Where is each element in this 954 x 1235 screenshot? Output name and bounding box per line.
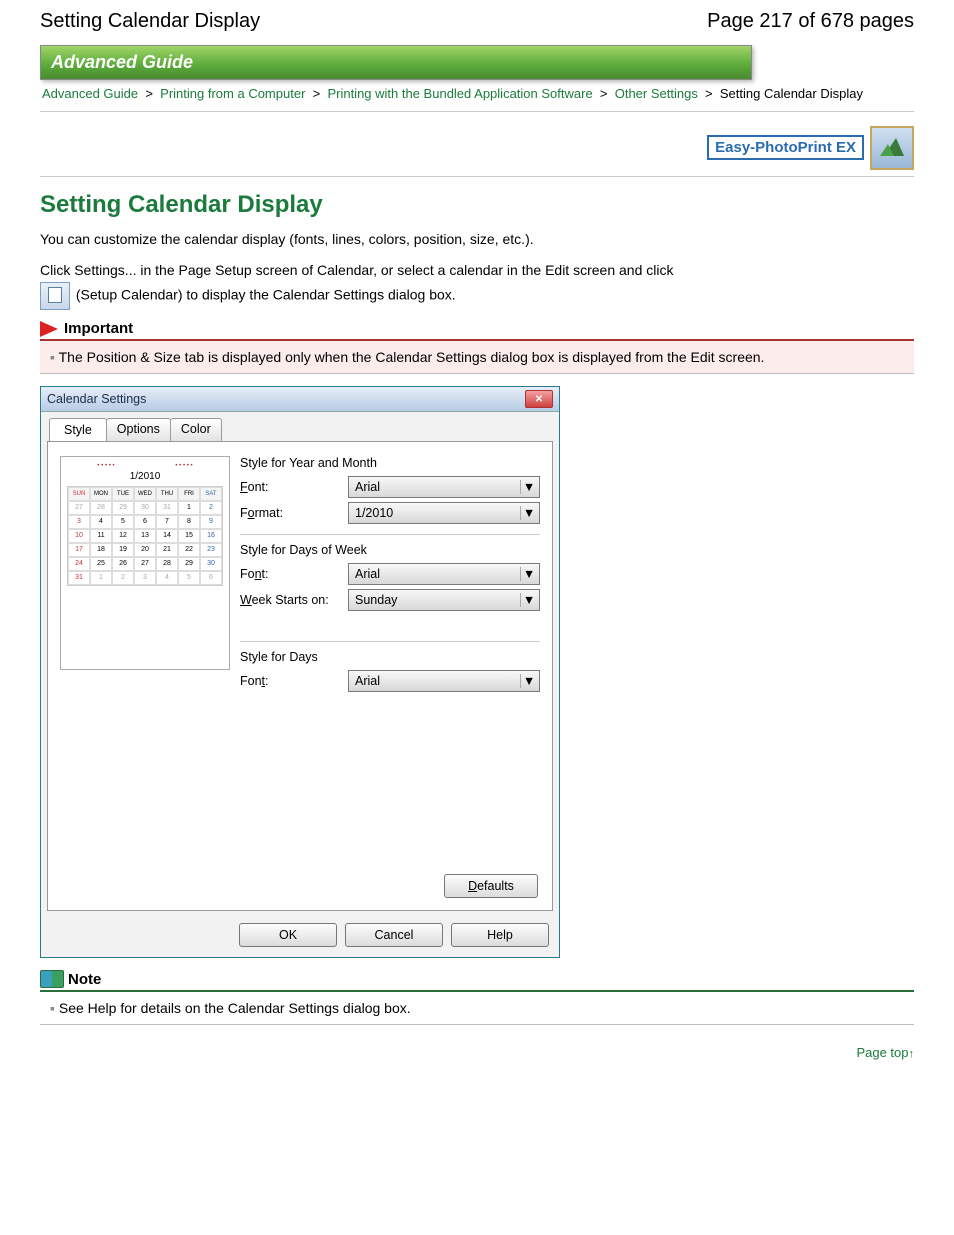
combo-font-ym[interactable]: Arial ▼ <box>348 476 540 498</box>
important-title: Important <box>64 320 133 337</box>
page-counter: Page 217 of 678 pages <box>707 10 914 33</box>
style-form: Style for Year and Month Font: Arial ▼ F… <box>240 456 540 696</box>
tab-pane-style: • • • • •• • • • • 1/2010 SUN MON TUE WE… <box>47 441 553 911</box>
ok-button[interactable]: OK <box>239 923 337 947</box>
dialog-tabs: Style Options Color <box>41 412 559 441</box>
chevron-down-icon: ▼ <box>520 593 537 607</box>
guide-banner: Advanced Guide <box>40 45 752 80</box>
tab-options[interactable]: Options <box>106 418 171 441</box>
tab-style[interactable]: Style <box>49 418 107 441</box>
note-callout: Note See Help for details on the Calenda… <box>40 970 914 1025</box>
note-icon <box>40 970 64 988</box>
label-font-ym: Font: <box>240 480 348 494</box>
howto-text: Click Settings... in the Page Setup scre… <box>40 260 914 310</box>
product-badge: Easy-PhotoPrint EX <box>707 135 864 160</box>
dialog-actions: OK Cancel Help <box>41 917 559 957</box>
page-title: Setting Calendar Display <box>40 10 260 33</box>
setup-calendar-icon <box>40 282 70 310</box>
tab-color[interactable]: Color <box>170 418 222 441</box>
page-top-link[interactable]: Page top↑ <box>40 1045 914 1060</box>
chevron-down-icon: ▼ <box>520 480 537 494</box>
section-days: Style for Days <box>240 650 540 664</box>
page-header: Setting Calendar Display Page 217 of 678… <box>40 10 914 33</box>
product-badge-row: Easy-PhotoPrint EX <box>40 112 914 177</box>
dialog-titlebar: Calendar Settings ✕ <box>41 387 559 412</box>
breadcrumb-current: Setting Calendar Display <box>720 86 863 101</box>
chevron-down-icon: ▼ <box>520 506 537 520</box>
important-body: The Position & Size tab is displayed onl… <box>40 341 914 374</box>
product-badge-icon <box>870 126 914 170</box>
section-year-month: Style for Year and Month <box>240 456 540 470</box>
label-font-dw: Font: <box>240 567 348 581</box>
main-heading: Setting Calendar Display <box>40 191 914 219</box>
calendar-preview: • • • • •• • • • • 1/2010 SUN MON TUE WE… <box>60 456 230 670</box>
defaults-button[interactable]: Defaults <box>444 874 538 898</box>
combo-format-ym[interactable]: 1/2010 ▼ <box>348 502 540 524</box>
label-font-days: Font: <box>240 674 348 688</box>
breadcrumb-link-1[interactable]: Printing from a Computer <box>160 86 305 101</box>
calendar-settings-dialog: Calendar Settings ✕ Style Options Color … <box>40 386 560 958</box>
chevron-down-icon: ▼ <box>520 674 537 688</box>
breadcrumb: Advanced Guide > Printing from a Compute… <box>40 80 914 112</box>
help-button[interactable]: Help <box>451 923 549 947</box>
breadcrumb-link-2[interactable]: Printing with the Bundled Application So… <box>327 86 592 101</box>
section-days-week: Style for Days of Week <box>240 543 540 557</box>
combo-week-starts[interactable]: Sunday ▼ <box>348 589 540 611</box>
close-icon[interactable]: ✕ <box>525 390 553 408</box>
label-format-ym: Format: <box>240 506 348 520</box>
label-week-starts: Week Starts on: <box>240 593 348 607</box>
intro-text: You can customize the calendar display (… <box>40 229 914 251</box>
dialog-title: Calendar Settings <box>47 392 146 406</box>
note-title: Note <box>68 971 101 988</box>
chevron-down-icon: ▼ <box>520 567 537 581</box>
note-body: See Help for details on the Calendar Set… <box>40 992 914 1025</box>
breadcrumb-link-3[interactable]: Other Settings <box>615 86 698 101</box>
important-flag-icon <box>40 321 58 337</box>
combo-font-days[interactable]: Arial ▼ <box>348 670 540 692</box>
important-callout: Important The Position & Size tab is dis… <box>40 320 914 374</box>
cancel-button[interactable]: Cancel <box>345 923 443 947</box>
breadcrumb-link-0[interactable]: Advanced Guide <box>42 86 138 101</box>
combo-font-dw[interactable]: Arial ▼ <box>348 563 540 585</box>
